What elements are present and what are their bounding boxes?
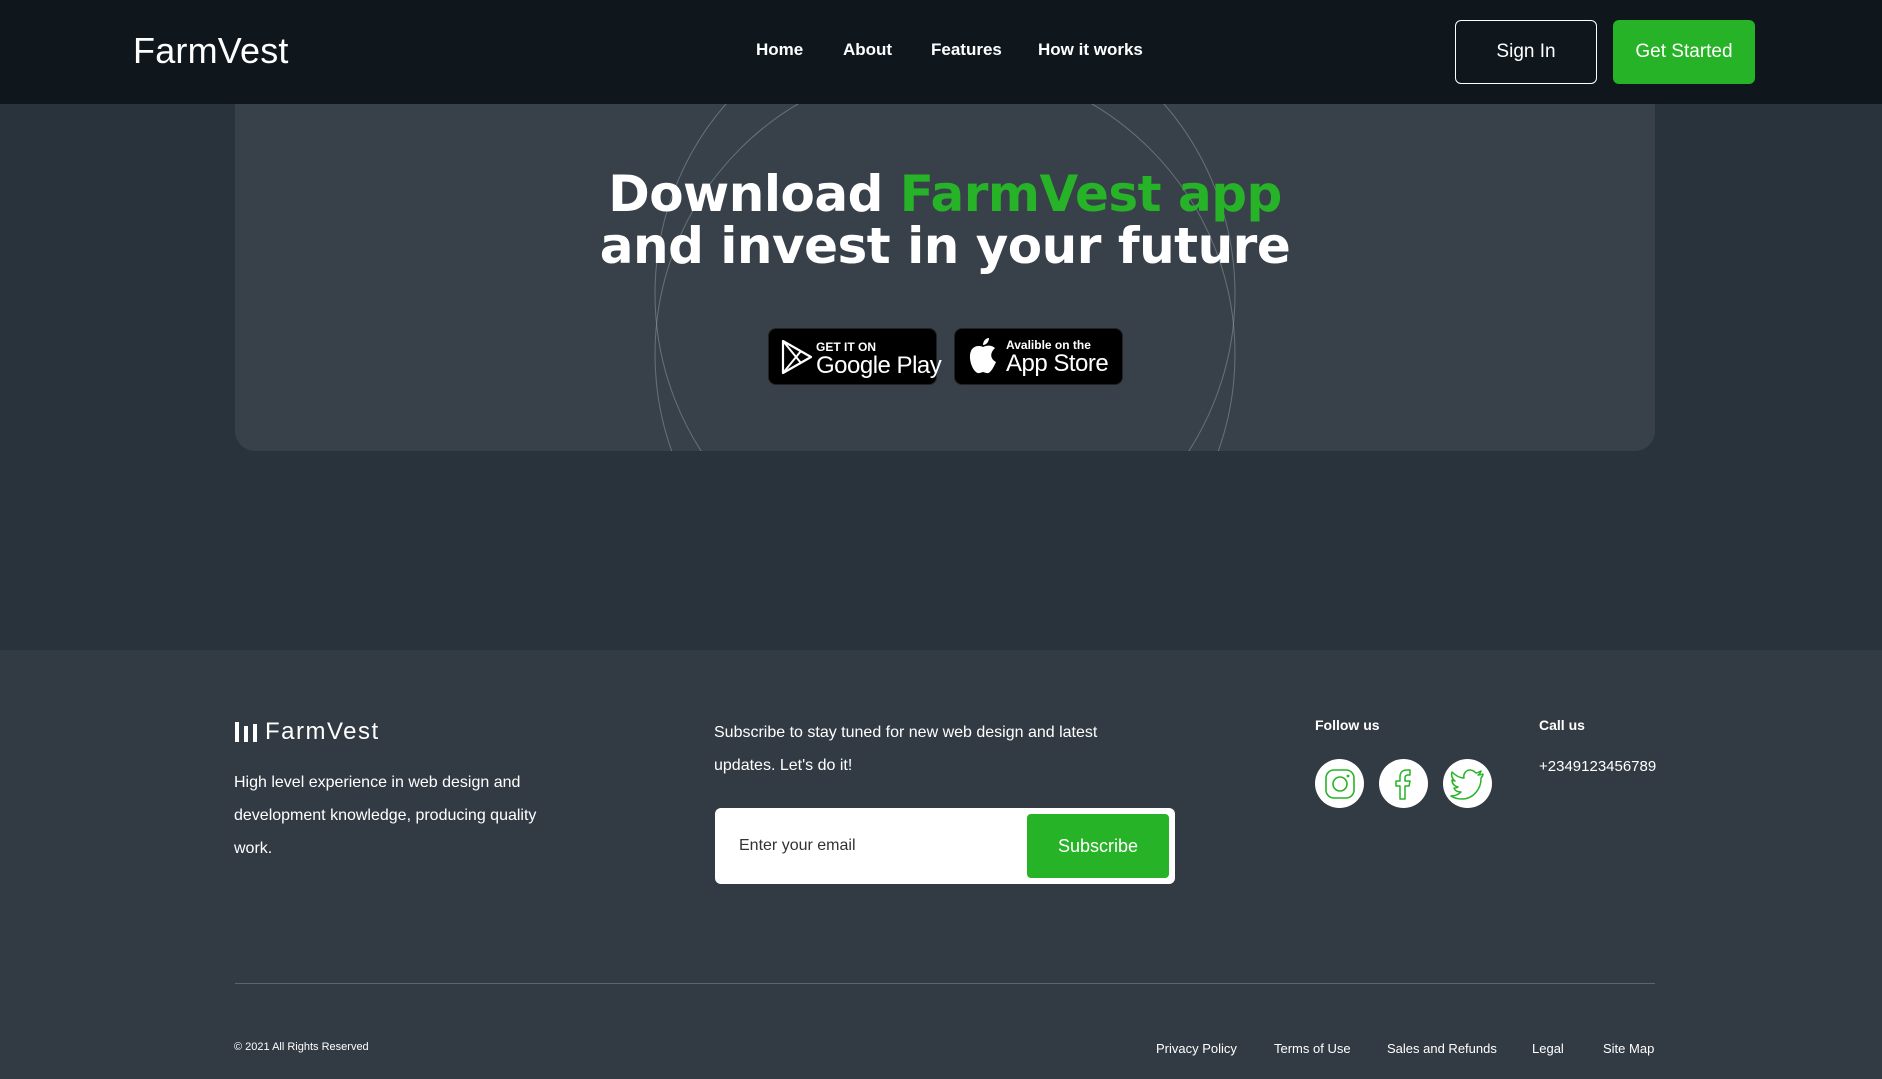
- facebook-link[interactable]: [1379, 759, 1428, 808]
- decorative-rings: [654, 104, 1236, 451]
- farmvest-logo-icon: [235, 722, 257, 742]
- hero-heading-prefix: Download: [608, 165, 900, 223]
- google-play-big-text: Google Play: [816, 352, 942, 379]
- top-navigation-bar: FarmVest Home About Features How it work…: [0, 0, 1882, 104]
- footer-divider: [235, 983, 1655, 984]
- call-us-heading: Call us: [1539, 717, 1585, 733]
- footer-brand[interactable]: FarmVest: [235, 718, 380, 746]
- hero-heading-line-2: and invest in your future: [599, 217, 1291, 275]
- footer-link-site-map[interactable]: Site Map: [1603, 1041, 1654, 1056]
- instagram-link[interactable]: [1315, 759, 1364, 808]
- twitter-link[interactable]: [1443, 759, 1492, 808]
- get-started-button[interactable]: Get Started: [1613, 20, 1755, 84]
- facebook-icon: [1394, 768, 1411, 800]
- app-store-big-text: App Store: [1006, 350, 1109, 377]
- subscribe-button[interactable]: Subscribe: [1027, 814, 1169, 878]
- copyright-text: © 2021 All Rights Reserved: [234, 1041, 369, 1053]
- twitter-icon: [1449, 768, 1484, 800]
- hero-heading-line-1: Download FarmVest app: [235, 168, 1655, 220]
- nav-link-features[interactable]: Features: [931, 40, 1002, 60]
- footer-link-sales-and-refunds[interactable]: Sales and Refunds: [1387, 1041, 1497, 1056]
- download-card: Download FarmVest app and invest in your…: [235, 104, 1655, 451]
- phone-number[interactable]: +2349123456789: [1539, 758, 1656, 775]
- instagram-icon: [1324, 768, 1355, 799]
- footer-link-privacy-policy[interactable]: Privacy Policy: [1156, 1041, 1237, 1056]
- sign-in-button[interactable]: Sign In: [1455, 20, 1597, 84]
- footer-link-terms-of-use[interactable]: Terms of Use: [1274, 1041, 1351, 1056]
- google-play-button[interactable]: GET IT ON Google Play: [768, 328, 942, 385]
- nav-link-about[interactable]: About: [843, 40, 892, 60]
- follow-us-heading: Follow us: [1315, 717, 1380, 733]
- brand-logo[interactable]: FarmVest: [133, 30, 289, 72]
- nav-link-home[interactable]: Home: [756, 40, 803, 60]
- footer-link-legal[interactable]: Legal: [1532, 1041, 1564, 1056]
- subscribe-form: Subscribe: [715, 808, 1175, 884]
- subscribe-description: Subscribe to stay tuned for new web desi…: [714, 724, 1098, 774]
- google-play-icon: [781, 340, 813, 374]
- footer-brand-name: FarmVest: [265, 718, 380, 745]
- app-store-button[interactable]: Avalible on the App Store: [954, 328, 1123, 385]
- nav-link-how-it-works[interactable]: How it works: [1038, 40, 1143, 60]
- hero-heading-highlight: FarmVest app: [899, 165, 1283, 223]
- footer-description: High level experience in web design and …: [234, 774, 537, 857]
- email-input[interactable]: [739, 826, 1009, 866]
- apple-icon: [969, 338, 996, 374]
